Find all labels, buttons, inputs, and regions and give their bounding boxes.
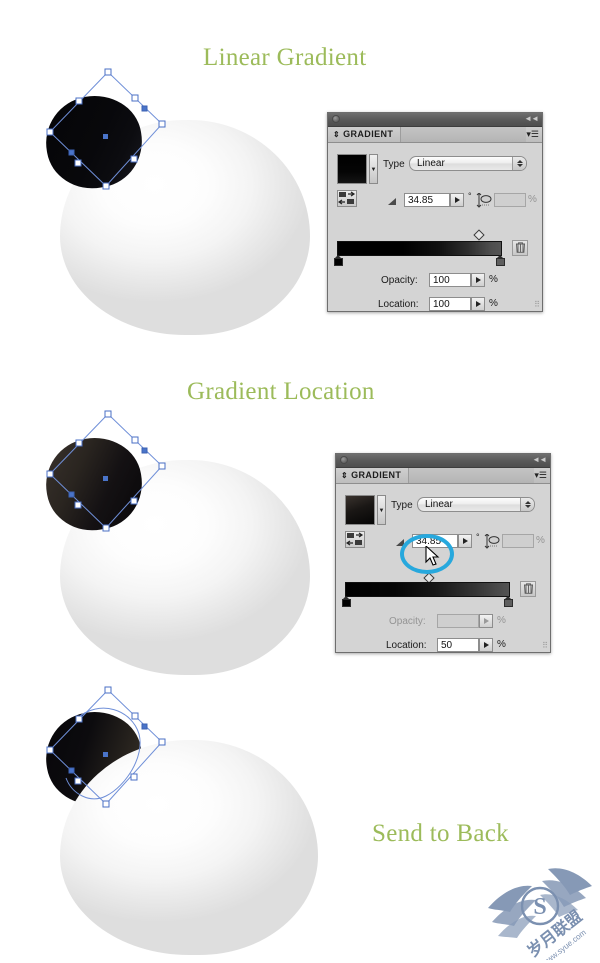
mouse-cursor-icon (425, 546, 440, 566)
site-watermark: S 岁月联盟 www.syue.com (488, 868, 592, 960)
tab-arrows-icon: ⇕ (341, 471, 349, 480)
type-select[interactable]: Linear (409, 156, 527, 171)
panel-resize-grip[interactable]: ⠿ (542, 641, 548, 650)
selection-bbox[interactable] (14, 682, 179, 837)
location-unit: % (489, 298, 498, 309)
type-select-spinner-icon[interactable] (520, 498, 534, 511)
gradient-midpoint-diamond[interactable] (473, 229, 485, 241)
gradient-stop-start[interactable] (334, 255, 343, 266)
watermark-monogram: S (533, 894, 546, 920)
section-heading-linear-gradient: Linear Gradient (203, 44, 367, 71)
type-select-spinner-icon[interactable] (512, 157, 526, 170)
opacity-input[interactable] (437, 614, 479, 628)
opacity-value: 100 (433, 275, 450, 286)
tab-gradient-label: GRADIENT (351, 470, 402, 480)
panel-close-dot-icon[interactable] (340, 456, 348, 464)
panel-body: ▼ Type Linear 34.85 ° (328, 143, 542, 311)
panel-close-dot-icon[interactable] (332, 115, 340, 123)
aspect-ratio-icon (476, 192, 492, 211)
gradient-preset-dropdown-icon[interactable]: ▼ (377, 495, 386, 525)
gradient-stop-end[interactable] (504, 596, 513, 607)
opacity-label: Opacity: (389, 616, 426, 627)
panel-tab-empty[interactable] (400, 127, 526, 142)
gradient-preview-swatch[interactable] (337, 154, 367, 184)
collapse-icon[interactable]: ◄◄ (524, 115, 539, 123)
angle-stepper-button[interactable] (450, 193, 464, 207)
gradient-preview-swatch[interactable] (345, 495, 375, 525)
location-stepper-button[interactable] (479, 638, 493, 652)
opacity-unit: % (497, 615, 506, 626)
panel-menu-icon[interactable]: ▾☰ (526, 129, 539, 139)
section-heading-gradient-location: Gradient Location (187, 378, 375, 405)
location-value: 100 (433, 299, 450, 310)
selection-bbox[interactable] (14, 64, 174, 214)
gradient-slider-fill (338, 242, 501, 255)
reverse-gradient-icon[interactable] (337, 190, 357, 207)
angle-input[interactable]: 34.85 (404, 193, 450, 207)
gradient-preset-dropdown-icon[interactable]: ▼ (369, 154, 378, 184)
gradient-stop-start[interactable] (342, 596, 351, 607)
gradient-slider-bar[interactable] (337, 241, 502, 256)
type-label: Type (383, 159, 405, 170)
opacity-unit: % (489, 274, 498, 285)
type-select-value: Linear (425, 499, 453, 510)
tab-gradient[interactable]: ⇕ GRADIENT (341, 470, 401, 480)
canvas: Linear Gradient ◄◄ ⇕ GRADIENT ▾☰ ▼ Type … (0, 0, 600, 963)
gradient-stop-end[interactable] (496, 255, 505, 266)
angle-unit: ° (476, 532, 480, 542)
section-heading-send-to-back: Send to Back (372, 820, 509, 847)
panel-titlebar[interactable]: ◄◄ (328, 113, 542, 127)
aspect-ratio-unit: % (536, 535, 545, 546)
opacity-label: Opacity: (381, 275, 418, 286)
aspect-ratio-input[interactable] (494, 193, 526, 207)
panel-tab-empty[interactable] (408, 468, 534, 483)
location-label: Location: (386, 640, 427, 651)
panel-titlebar[interactable]: ◄◄ (336, 454, 550, 468)
panel-tab-row[interactable]: ⇕ GRADIENT ▾☰ (328, 127, 542, 143)
panel-tab-row[interactable]: ⇕ GRADIENT ▾☰ (336, 468, 550, 484)
tab-gradient[interactable]: ⇕ GRADIENT (333, 129, 393, 139)
gradient-panel-1[interactable]: ◄◄ ⇕ GRADIENT ▾☰ ▼ Type Linear 34.85 ° %… (327, 112, 543, 312)
location-label: Location: (378, 299, 419, 310)
aspect-ratio-unit: % (528, 194, 537, 205)
angle-unit: ° (468, 191, 472, 201)
location-unit: % (497, 639, 506, 650)
panel-resize-grip[interactable]: ⠿ (534, 300, 540, 309)
opacity-stepper-button[interactable] (471, 273, 485, 287)
angle-stepper-button[interactable] (458, 534, 472, 548)
type-label: Type (391, 500, 413, 511)
angle-icon (388, 198, 396, 205)
reverse-gradient-icon[interactable] (345, 531, 365, 548)
aspect-ratio-icon (484, 533, 500, 552)
type-select[interactable]: Linear (417, 497, 535, 512)
trash-icon[interactable] (520, 581, 536, 597)
aspect-ratio-input[interactable] (502, 534, 534, 548)
location-input[interactable]: 100 (429, 297, 471, 311)
trash-icon[interactable] (512, 240, 528, 256)
selection-bbox[interactable] (14, 406, 174, 556)
location-input[interactable]: 50 (437, 638, 479, 652)
panel-menu-icon[interactable]: ▾☰ (534, 470, 547, 480)
collapse-icon[interactable]: ◄◄ (532, 456, 547, 464)
gradient-slider-fill (346, 583, 509, 596)
angle-value: 34.85 (408, 195, 434, 206)
location-value: 50 (441, 640, 453, 651)
tab-gradient-label: GRADIENT (343, 129, 394, 139)
type-select-value: Linear (417, 158, 445, 169)
opacity-input[interactable]: 100 (429, 273, 471, 287)
gradient-slider-bar[interactable] (345, 582, 510, 597)
tab-arrows-icon: ⇕ (333, 130, 341, 139)
location-stepper-button[interactable] (471, 297, 485, 311)
opacity-stepper-button[interactable] (479, 614, 493, 628)
